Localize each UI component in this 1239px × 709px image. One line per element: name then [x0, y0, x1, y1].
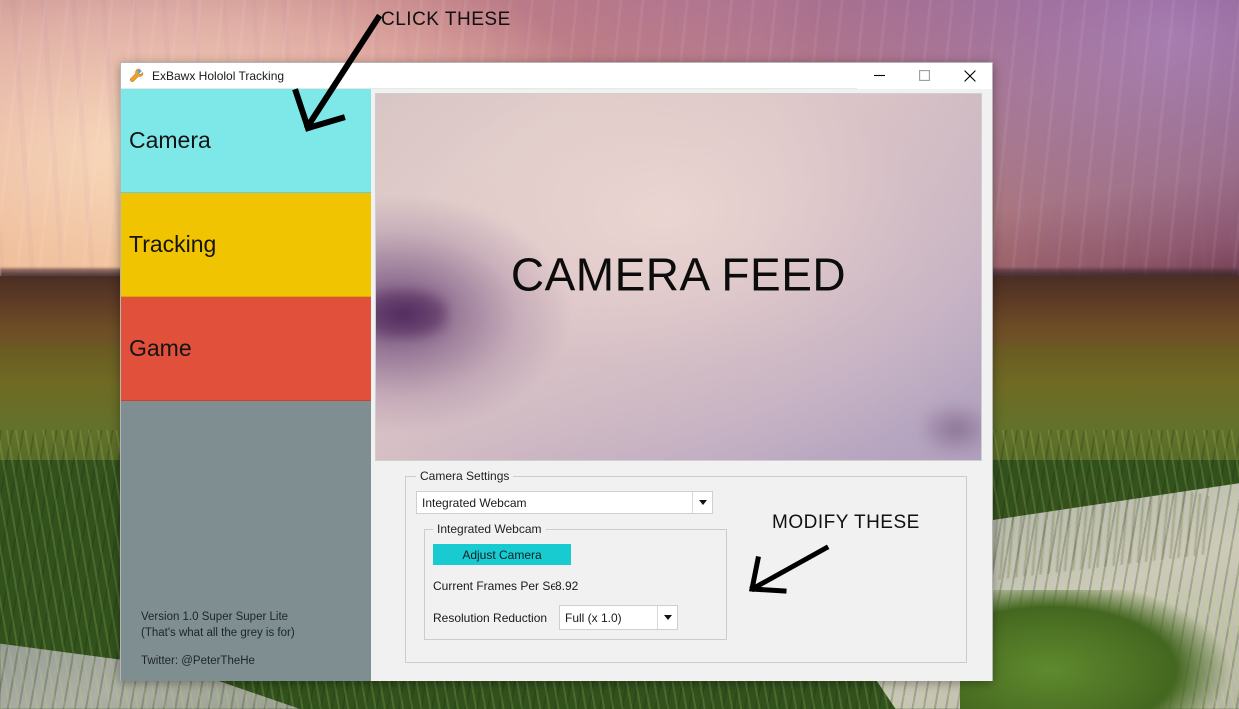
- chevron-down-icon[interactable]: [692, 492, 712, 513]
- minimize-button[interactable]: [857, 62, 902, 89]
- resolution-value: Full (x 1.0): [565, 610, 622, 625]
- minimize-icon: [874, 74, 885, 77]
- window-title: ExBawx Hololol Tracking: [152, 68, 285, 83]
- adjust-camera-button[interactable]: Adjust Camera: [433, 544, 571, 565]
- annotation-arrow-to-sidebar: [292, 14, 383, 132]
- sidebar-item-tracking[interactable]: Tracking: [121, 193, 371, 297]
- selected-device-legend: Integrated Webcam: [437, 522, 542, 536]
- annotation-arrow-to-settings: [749, 544, 830, 594]
- camera-device-value: Integrated Webcam: [422, 495, 527, 510]
- camera-settings-group: Camera Settings Integrated Webcam Integr…: [405, 469, 967, 663]
- camera-feed-preview: CAMERA FEED: [375, 93, 982, 461]
- sidebar-item-game[interactable]: Game: [121, 297, 371, 401]
- sidebar: Camera Tracking Game Version 1.0 Super S…: [121, 89, 371, 681]
- version-info: Version 1.0 Super Super Lite (That's wha…: [141, 609, 295, 669]
- sidebar-item-label: Game: [129, 335, 192, 361]
- maximize-icon: [919, 70, 930, 81]
- camera-feed-label: CAMERA FEED: [510, 248, 847, 301]
- camera-device-select[interactable]: Integrated Webcam: [416, 491, 713, 514]
- camera-feed-blur-blob-right: [921, 404, 981, 454]
- annotation-modify-these: MODIFY THESE: [772, 512, 920, 533]
- sidebar-item-label: Tracking: [129, 231, 217, 257]
- application-window: ExBawx Hololol Tracking Camera Tracking …: [120, 62, 993, 681]
- main-content: CAMERA FEED Camera Settings Integrated W…: [371, 89, 992, 681]
- fps-value: 8.92: [555, 579, 579, 593]
- chevron-down-icon[interactable]: [657, 606, 677, 629]
- twitter-handle: Twitter: @PeterTheHe: [141, 655, 255, 667]
- fps-label: Current Frames Per Seconc: [433, 579, 555, 593]
- close-icon: [963, 69, 976, 82]
- window-controls: [857, 62, 992, 89]
- window-titlebar[interactable]: ExBawx Hololol Tracking: [121, 62, 992, 89]
- wallpaper-foreground-bush: [960, 590, 1239, 709]
- maximize-button[interactable]: [902, 62, 947, 89]
- sidebar-item-label: Camera: [129, 127, 211, 153]
- fps-row: Current Frames Per Seconc 8.92: [433, 579, 718, 593]
- resolution-reduction-select[interactable]: Full (x 1.0): [559, 605, 678, 630]
- version-note: (That's what all the grey is for): [141, 627, 295, 639]
- settings-area: Camera Settings Integrated Webcam Integr…: [375, 461, 986, 675]
- camera-settings-legend: Camera Settings: [420, 469, 510, 483]
- close-button[interactable]: [947, 62, 992, 89]
- annotation-click-these: CLICK THESE: [381, 9, 511, 30]
- resolution-row: Resolution Reduction Full (x 1.0): [433, 605, 718, 630]
- window-body: Camera Tracking Game Version 1.0 Super S…: [121, 89, 992, 681]
- resolution-label: Resolution Reduction: [433, 610, 548, 625]
- version-line: Version 1.0 Super Super Lite: [141, 611, 289, 623]
- wrench-icon: [129, 68, 144, 82]
- desktop: ExBawx Hololol Tracking Camera Tracking …: [0, 0, 1239, 709]
- sidebar-filler: Version 1.0 Super Super Lite (That's wha…: [121, 401, 371, 681]
- selected-device-group: Integrated Webcam Adjust Camera Current …: [424, 522, 727, 640]
